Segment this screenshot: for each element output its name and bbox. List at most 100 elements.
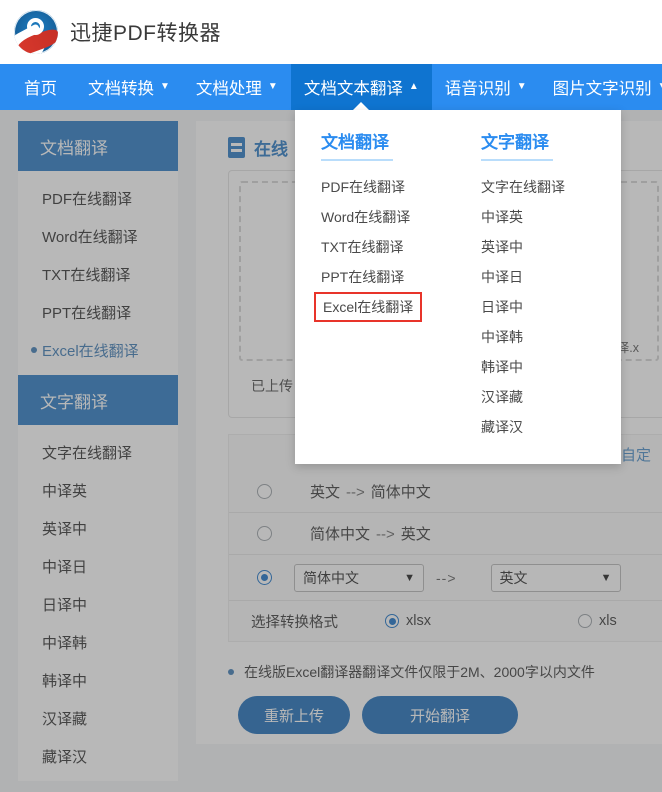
- nav-item-label: 图片文字识别: [552, 80, 652, 98]
- sidebar-item-ko-zh[interactable]: 韩译中: [18, 661, 178, 699]
- source-language-value: 简体中文: [303, 569, 359, 586]
- sidebar-item-label: Word在线翻译: [42, 228, 138, 246]
- sidebar: 文档翻译 PDF在线翻译 Word在线翻译 TXT在线翻译 PPT在线翻译 Ex…: [18, 121, 178, 781]
- target-language-select[interactable]: 英文 ▼: [490, 563, 621, 592]
- chevron-down-icon: ▼: [658, 82, 662, 92]
- document-text-translate-dropdown: 文档翻译 PDF在线翻译 Word在线翻译 TXT在线翻译 PPT在线翻译 Ex…: [295, 110, 621, 464]
- dropdown-link-pdf[interactable]: PDF在线翻译: [321, 172, 405, 202]
- sidebar-heading-document-translate: 文档翻译: [18, 121, 178, 171]
- dropdown-link-bo-zh[interactable]: 藏译汉: [481, 412, 523, 442]
- page-title-text: 在线: [254, 140, 288, 159]
- output-format-label: 选择转换格式: [251, 614, 338, 631]
- sidebar-list-document-translate: PDF在线翻译 Word在线翻译 TXT在线翻译 PPT在线翻译 Excel在线…: [18, 171, 178, 375]
- direction-from: 简体中文: [310, 526, 371, 543]
- sidebar-item-ppt[interactable]: PPT在线翻译: [18, 293, 178, 331]
- nav-item-home[interactable]: 首页: [0, 64, 75, 110]
- format-option-xlsx[interactable]: xlsx: [378, 613, 431, 629]
- sidebar-item-zh-bo[interactable]: 汉译藏: [18, 699, 178, 737]
- sidebar-item-en-zh[interactable]: 英译中: [18, 509, 178, 547]
- main-navigation: 首页 文档转换 ▼ 文档处理 ▼ 文档文本翻译 ▲ 语音识别 ▼ 图片文字识别 …: [0, 64, 662, 111]
- dropdown-link-zh-ja[interactable]: 中译日: [481, 262, 523, 292]
- translate-options-card: 自定 英文 --> 简体中文 简体中文 --> 英文 简体中文 ▼ --> 英文…: [228, 434, 662, 642]
- nav-item-document-convert[interactable]: 文档转换 ▼: [75, 64, 183, 110]
- tips-note: 在线版Excel翻译器翻译文件仅限于2M、2000字以内文件: [228, 662, 662, 682]
- direction-radio-en-zh[interactable]: [257, 484, 272, 499]
- format-radio-xls[interactable]: [577, 614, 592, 628]
- dropdown-column-text-translate: 文字翻译 文字在线翻译 中译英 英译中 中译日 日译中 中译韩 韩译中 汉译藏 …: [461, 128, 621, 442]
- direction-option-row[interactable]: 简体中文 --> 英文: [229, 513, 662, 555]
- nav-item-label: 文档转换: [88, 80, 154, 98]
- arrow-glyph: -->: [346, 484, 365, 501]
- sidebar-item-excel[interactable]: Excel在线翻译: [18, 331, 178, 369]
- dropdown-link-word[interactable]: Word在线翻译: [321, 202, 410, 232]
- source-language-select[interactable]: 简体中文 ▼: [294, 563, 424, 592]
- action-buttons: 重新上传 开始翻译: [238, 696, 662, 734]
- nav-item-label: 首页: [24, 80, 57, 98]
- dropdown-link-ppt[interactable]: PPT在线翻译: [321, 262, 404, 292]
- sidebar-item-zh-ja[interactable]: 中译日: [18, 547, 178, 585]
- arrow-glyph: -->: [436, 569, 457, 586]
- target-language-value: 英文: [499, 569, 528, 586]
- dropdown-link-txt[interactable]: TXT在线翻译: [321, 232, 403, 262]
- logo-circle-swoosh-icon[interactable]: [14, 10, 58, 54]
- reupload-button[interactable]: 重新上传: [238, 696, 351, 734]
- dropdown-link-zh-bo[interactable]: 汉译藏: [481, 382, 523, 412]
- dropdown-link-excel[interactable]: Excel在线翻译: [314, 292, 423, 322]
- sidebar-item-label: 文字在线翻译: [42, 444, 133, 462]
- nav-item-label: 文档文本翻译: [303, 80, 403, 98]
- sidebar-item-zh-ko[interactable]: 中译韩: [18, 623, 178, 661]
- dropdown-link-ja-zh[interactable]: 日译中: [481, 292, 523, 322]
- bullet-icon: [228, 669, 234, 675]
- sidebar-item-text-online[interactable]: 文字在线翻译: [18, 433, 178, 471]
- sidebar-item-pdf[interactable]: PDF在线翻译: [18, 179, 178, 217]
- arrow-glyph: -->: [376, 526, 395, 543]
- format-radio-xlsx[interactable]: [385, 614, 399, 628]
- dropdown-link-text-online[interactable]: 文字在线翻译: [481, 172, 565, 202]
- sidebar-item-label: 藏译汉: [42, 748, 88, 766]
- sidebar-heading-text-translate: 文字翻译: [18, 375, 178, 425]
- chevron-down-icon: ▼: [516, 81, 527, 92]
- nav-item-image-text-recognition[interactable]: 图片文字识别 ▼: [540, 64, 662, 110]
- dropdown-column-title: 文字翻译: [481, 133, 549, 152]
- nav-item-document-text-translate[interactable]: 文档文本翻译 ▲: [290, 64, 432, 111]
- dropdown-column-document-translate: 文档翻译 PDF在线翻译 Word在线翻译 TXT在线翻译 PPT在线翻译 Ex…: [295, 128, 461, 442]
- dropdown-link-en-zh[interactable]: 英译中: [481, 232, 523, 262]
- logo-ring: [27, 18, 44, 35]
- tips-text: 在线版Excel翻译器翻译文件仅限于2M、2000字以内文件: [244, 664, 595, 680]
- sidebar-item-word[interactable]: Word在线翻译: [18, 217, 178, 255]
- nav-item-document-process[interactable]: 文档处理 ▼: [183, 64, 291, 110]
- sidebar-item-label: PDF在线翻译: [42, 190, 133, 208]
- document-icon: [228, 137, 245, 158]
- sidebar-item-txt[interactable]: TXT在线翻译: [18, 255, 178, 293]
- direction-radio-zh-en[interactable]: [257, 526, 272, 541]
- direction-option-row[interactable]: 英文 --> 简体中文: [229, 471, 662, 513]
- sidebar-item-zh-en[interactable]: 中译英: [18, 471, 178, 509]
- dropdown-column-title: 文档翻译: [321, 133, 389, 152]
- sidebar-item-label: 韩译中: [42, 672, 88, 690]
- start-translate-button[interactable]: 开始翻译: [362, 696, 519, 734]
- sidebar-item-label: Excel在线翻译: [42, 342, 139, 360]
- chevron-down-icon: ▼: [600, 571, 612, 584]
- custom-direction-row[interactable]: 简体中文 ▼ --> 英文 ▼: [229, 555, 662, 601]
- sidebar-item-label: PPT在线翻译: [42, 304, 132, 322]
- sidebar-item-label: 中译日: [42, 558, 88, 576]
- direction-label: 简体中文 --> 英文: [310, 523, 431, 544]
- sidebar-item-label: 中译英: [42, 482, 88, 500]
- nav-item-speech-recognition[interactable]: 语音识别 ▼: [432, 64, 540, 110]
- direction-to: 简体中文: [370, 484, 431, 501]
- dropdown-link-ko-zh[interactable]: 韩译中: [481, 352, 523, 382]
- dropdown-link-zh-en[interactable]: 中译英: [481, 202, 523, 232]
- sidebar-item-label: 中译韩: [42, 634, 88, 652]
- dropdown-link-zh-ko[interactable]: 中译韩: [481, 322, 523, 352]
- output-format-row: 选择转换格式 xlsx xls: [229, 601, 662, 641]
- format-label-xlsx: xlsx: [406, 613, 431, 629]
- sidebar-item-label: 汉译藏: [42, 710, 88, 728]
- direction-radio-custom[interactable]: [257, 570, 272, 585]
- format-option-xls[interactable]: xls: [571, 613, 617, 629]
- sidebar-item-label: 日译中: [42, 596, 88, 614]
- sidebar-item-ja-zh[interactable]: 日译中: [18, 585, 178, 623]
- format-label-xls: xls: [598, 613, 617, 629]
- chevron-down-icon: ▼: [160, 81, 170, 92]
- sidebar-item-bo-zh[interactable]: 藏译汉: [18, 737, 178, 775]
- chevron-up-icon: ▲: [408, 81, 419, 92]
